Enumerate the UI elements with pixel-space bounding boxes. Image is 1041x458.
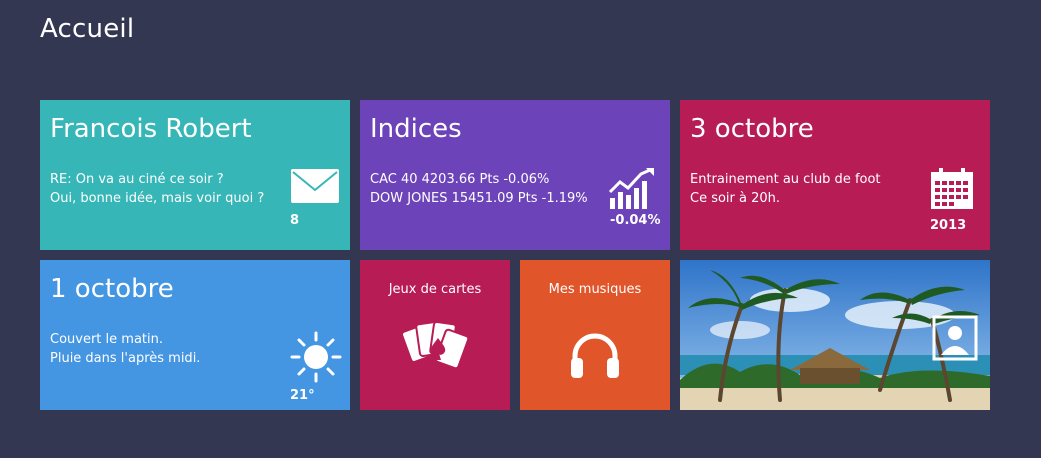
playing-cards-icon: [402, 318, 470, 374]
weather-date: 1 octobre: [50, 274, 174, 304]
music-label: Mes musiques: [548, 282, 642, 297]
games-tile[interactable]: Jeux de cartes: [360, 260, 510, 410]
headphones-icon: [567, 328, 623, 380]
event-time: Ce soir à 20h.: [690, 191, 781, 206]
weather-morning: Couvert le matin.: [50, 332, 163, 347]
weather-afternoon: Pluie dans l'après midi.: [50, 351, 201, 366]
photos-tile[interactable]: [680, 260, 990, 410]
games-label: Jeux de cartes: [388, 282, 482, 297]
temperature: 21°: [290, 388, 315, 403]
sun-icon: [289, 330, 343, 384]
mail-sender: Francois Robert: [50, 114, 252, 144]
photo-person-icon: [932, 315, 978, 361]
cac40-quote: CAC 40 4203.66 Pts -0.06%: [370, 172, 550, 187]
calendar-year: 2013: [930, 218, 967, 233]
mail-tile[interactable]: Francois Robert RE: On va au ciné ce soi…: [40, 100, 350, 250]
calendar-tile[interactable]: 3 octobre Entrainement au club de foot C…: [680, 100, 990, 250]
stock-chart-icon: [608, 168, 656, 210]
unread-count: 8: [290, 213, 300, 228]
page-title: Accueil: [40, 14, 135, 44]
weather-tile[interactable]: 1 octobre Couvert le matin. Pluie dans l…: [40, 260, 350, 410]
envelope-icon: [290, 168, 340, 204]
mail-preview: Oui, bonne idée, mais voir quoi ?: [50, 191, 265, 206]
dowjones-quote: DOW JONES 15451.09 Pts -1.19%: [370, 191, 588, 206]
indices-title: Indices: [370, 114, 462, 144]
event-title: Entrainement au club de foot: [690, 172, 881, 187]
music-tile[interactable]: Mes musiques: [520, 260, 670, 410]
mail-subject: RE: On va au ciné ce soir ?: [50, 172, 224, 187]
calendar-date: 3 octobre: [690, 114, 814, 144]
indices-tile[interactable]: Indices CAC 40 4203.66 Pts -0.06% DOW JO…: [360, 100, 670, 250]
calendar-icon: [930, 168, 974, 210]
indices-change: -0.04%: [610, 213, 661, 228]
